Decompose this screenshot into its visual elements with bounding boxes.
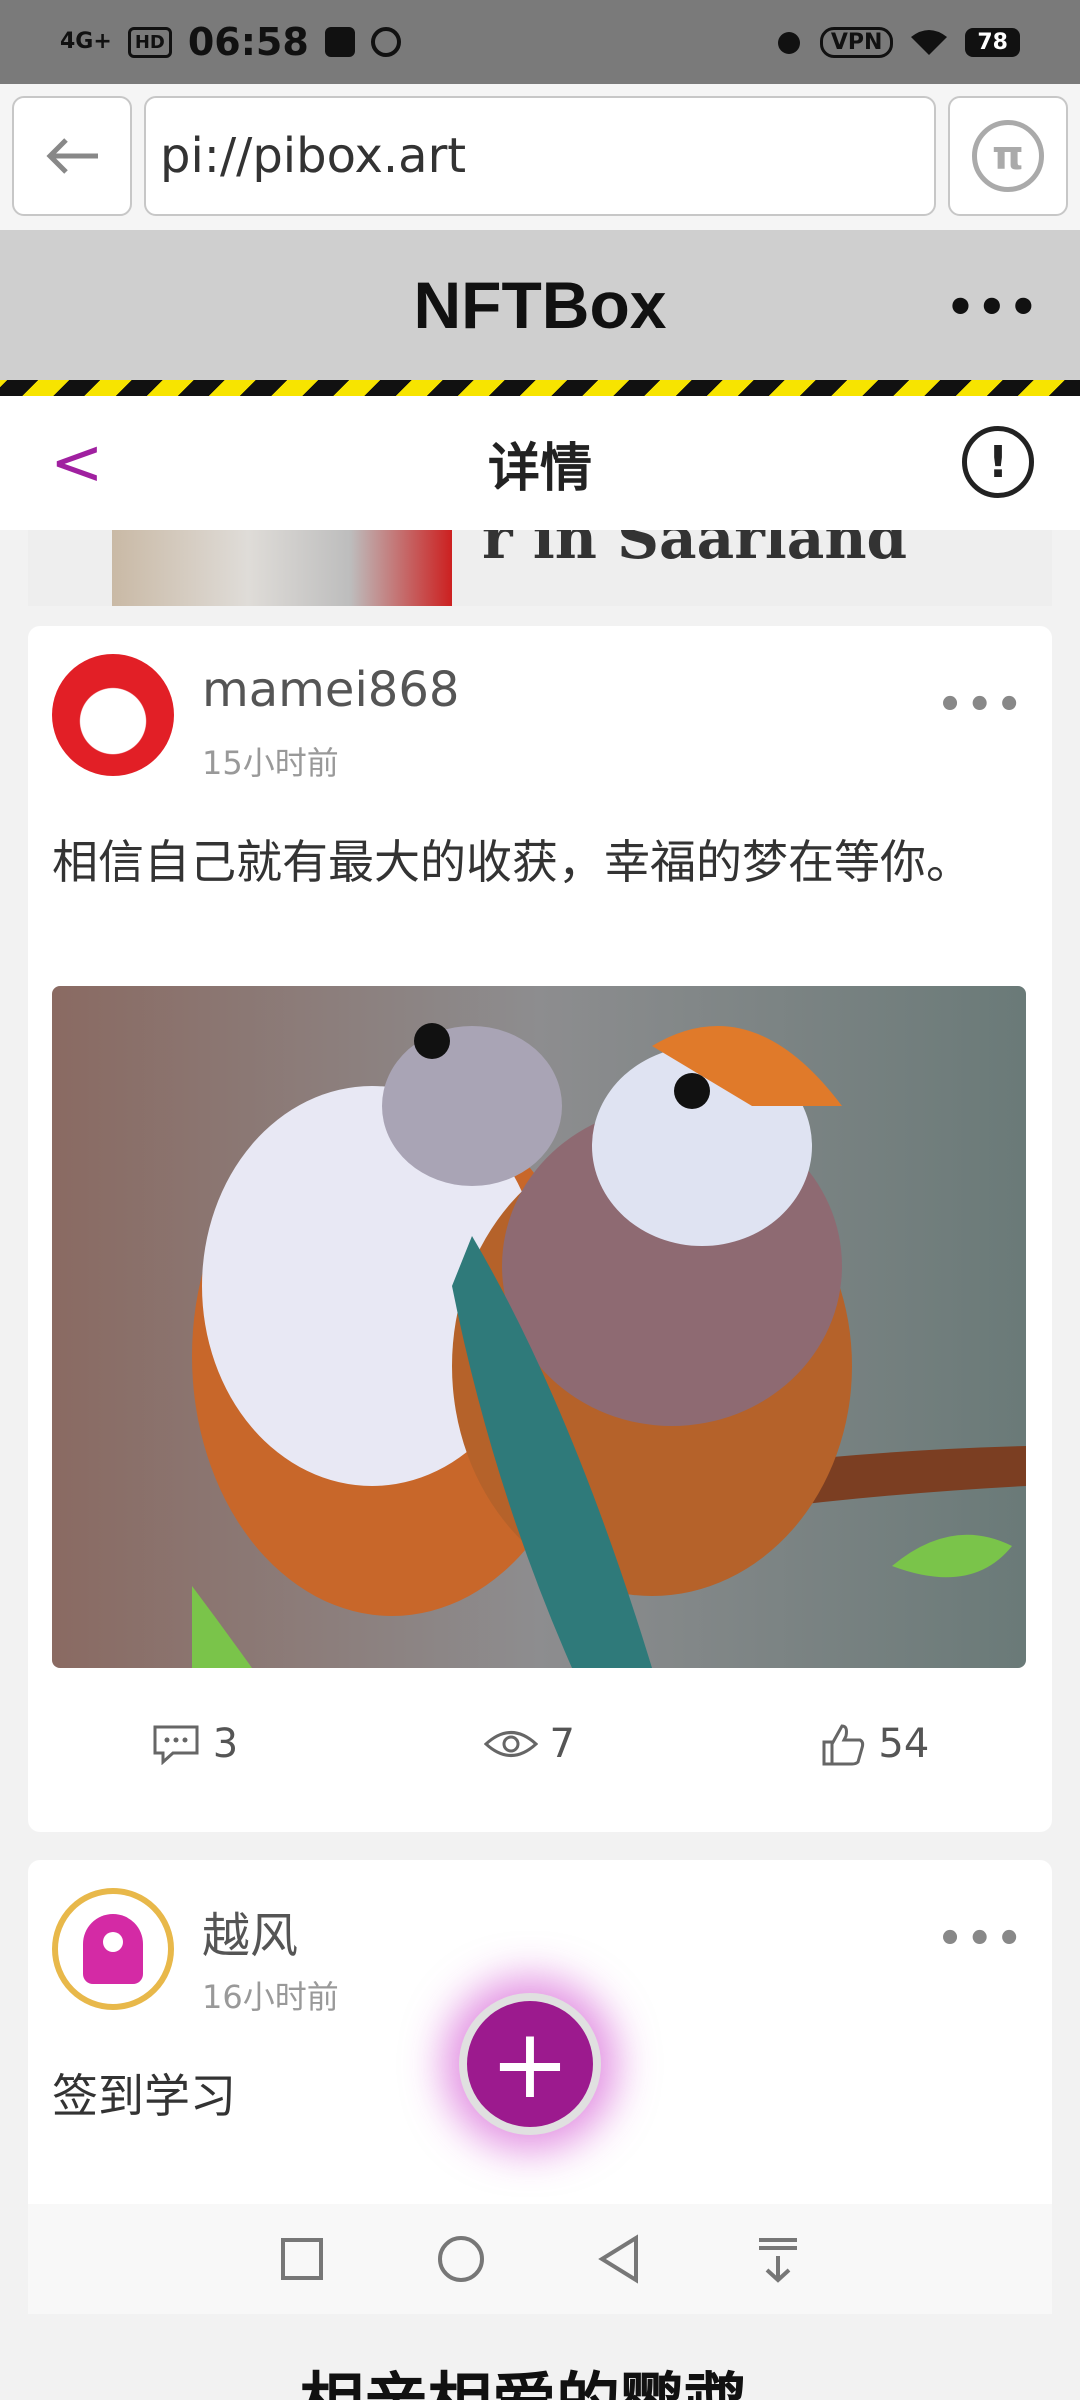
- hd-badge: HD: [127, 26, 172, 58]
- signal-indicator: 4G+: [60, 29, 112, 54]
- alarm-icon: [777, 32, 800, 54]
- square-icon: [280, 2238, 323, 2280]
- hazard-stripe: [0, 380, 1080, 396]
- view-count: 7: [549, 1721, 575, 1767]
- post-card[interactable]: mamei868 15小时前 ••• 相信自己就有最大的收获，幸福的梦在等你。: [28, 626, 1052, 1832]
- username[interactable]: 越风: [202, 1896, 298, 1966]
- download-arrow-icon: [759, 2238, 798, 2283]
- wifi-icon: [911, 30, 948, 55]
- comment-count: 3: [212, 1721, 239, 1767]
- monster-avatar-icon: [83, 1914, 143, 1984]
- eye-icon: [483, 1731, 538, 1757]
- ad-banner[interactable]: r in Saarland: [28, 530, 1052, 606]
- clock: 06:58: [187, 20, 309, 64]
- status-left: 4G+ HD 06:58: [60, 20, 401, 64]
- post-image[interactable]: [52, 986, 1026, 1668]
- app-more-button[interactable]: •••: [946, 280, 1040, 334]
- username[interactable]: mamei868: [202, 662, 459, 718]
- vpn-badge: VPN: [819, 26, 894, 58]
- comment-stat[interactable]: 3: [151, 1721, 238, 1767]
- notification-app-icon: [324, 27, 355, 57]
- like-count: 54: [878, 1721, 930, 1767]
- status-bar: 4G+ HD 06:58 VPN 78: [0, 0, 1080, 84]
- like-stat[interactable]: 54: [820, 1721, 929, 1767]
- comment-icon: [153, 1725, 199, 1765]
- hide-nav-button[interactable]: [733, 2214, 823, 2304]
- avatar[interactable]: [52, 1888, 174, 2010]
- pi-logo-icon: π: [972, 120, 1044, 192]
- avatar[interactable]: [52, 654, 174, 776]
- app-header: NFTBox •••: [0, 230, 1080, 380]
- ad-text: r in Saarland: [482, 530, 908, 572]
- post-time: 16小时前: [202, 1978, 339, 2016]
- birds-illustration: [52, 986, 1026, 1668]
- post-time: 15小时前: [202, 744, 339, 782]
- circle-icon: [437, 2236, 484, 2282]
- browser-bar: pi://pibox.art π: [0, 84, 1080, 230]
- battery-level: 78: [965, 27, 1020, 57]
- notification-sync-icon: [370, 27, 401, 57]
- triangle-back-icon: [598, 2234, 639, 2284]
- status-right: VPN 78: [774, 26, 1020, 58]
- info-icon[interactable]: !: [962, 426, 1034, 498]
- system-nav-bar: [28, 2204, 1052, 2314]
- recent-apps-button[interactable]: [257, 2214, 347, 2304]
- create-post-button[interactable]: +: [459, 1993, 601, 2135]
- url-field[interactable]: pi://pibox.art: [144, 96, 936, 216]
- page-title: 详情: [487, 438, 592, 499]
- ad-image: [112, 530, 452, 606]
- back-chevron-icon[interactable]: <: [50, 426, 104, 500]
- view-stat: 7: [483, 1721, 575, 1767]
- post-more-button[interactable]: •••: [937, 682, 1026, 728]
- next-post-title: 相亲相爱的鹦鹉: [300, 2352, 748, 2400]
- post-text: 相信自己就有最大的收获，幸福的梦在等你。: [52, 835, 972, 889]
- post-stats: 3 7 54: [28, 1704, 1052, 1784]
- thumbs-up-icon: [822, 1724, 865, 1766]
- back-button[interactable]: [574, 2214, 664, 2304]
- browser-back-button[interactable]: [12, 96, 132, 216]
- post-more-button[interactable]: •••: [937, 1916, 1026, 1962]
- arrow-left-icon: [46, 138, 98, 174]
- app-title: NFTBox: [413, 268, 667, 342]
- avatar-eye: [103, 1932, 123, 1952]
- pi-wallet-button[interactable]: π: [948, 96, 1068, 216]
- detail-header: < 详情 !: [0, 396, 1080, 530]
- home-button[interactable]: [416, 2214, 506, 2304]
